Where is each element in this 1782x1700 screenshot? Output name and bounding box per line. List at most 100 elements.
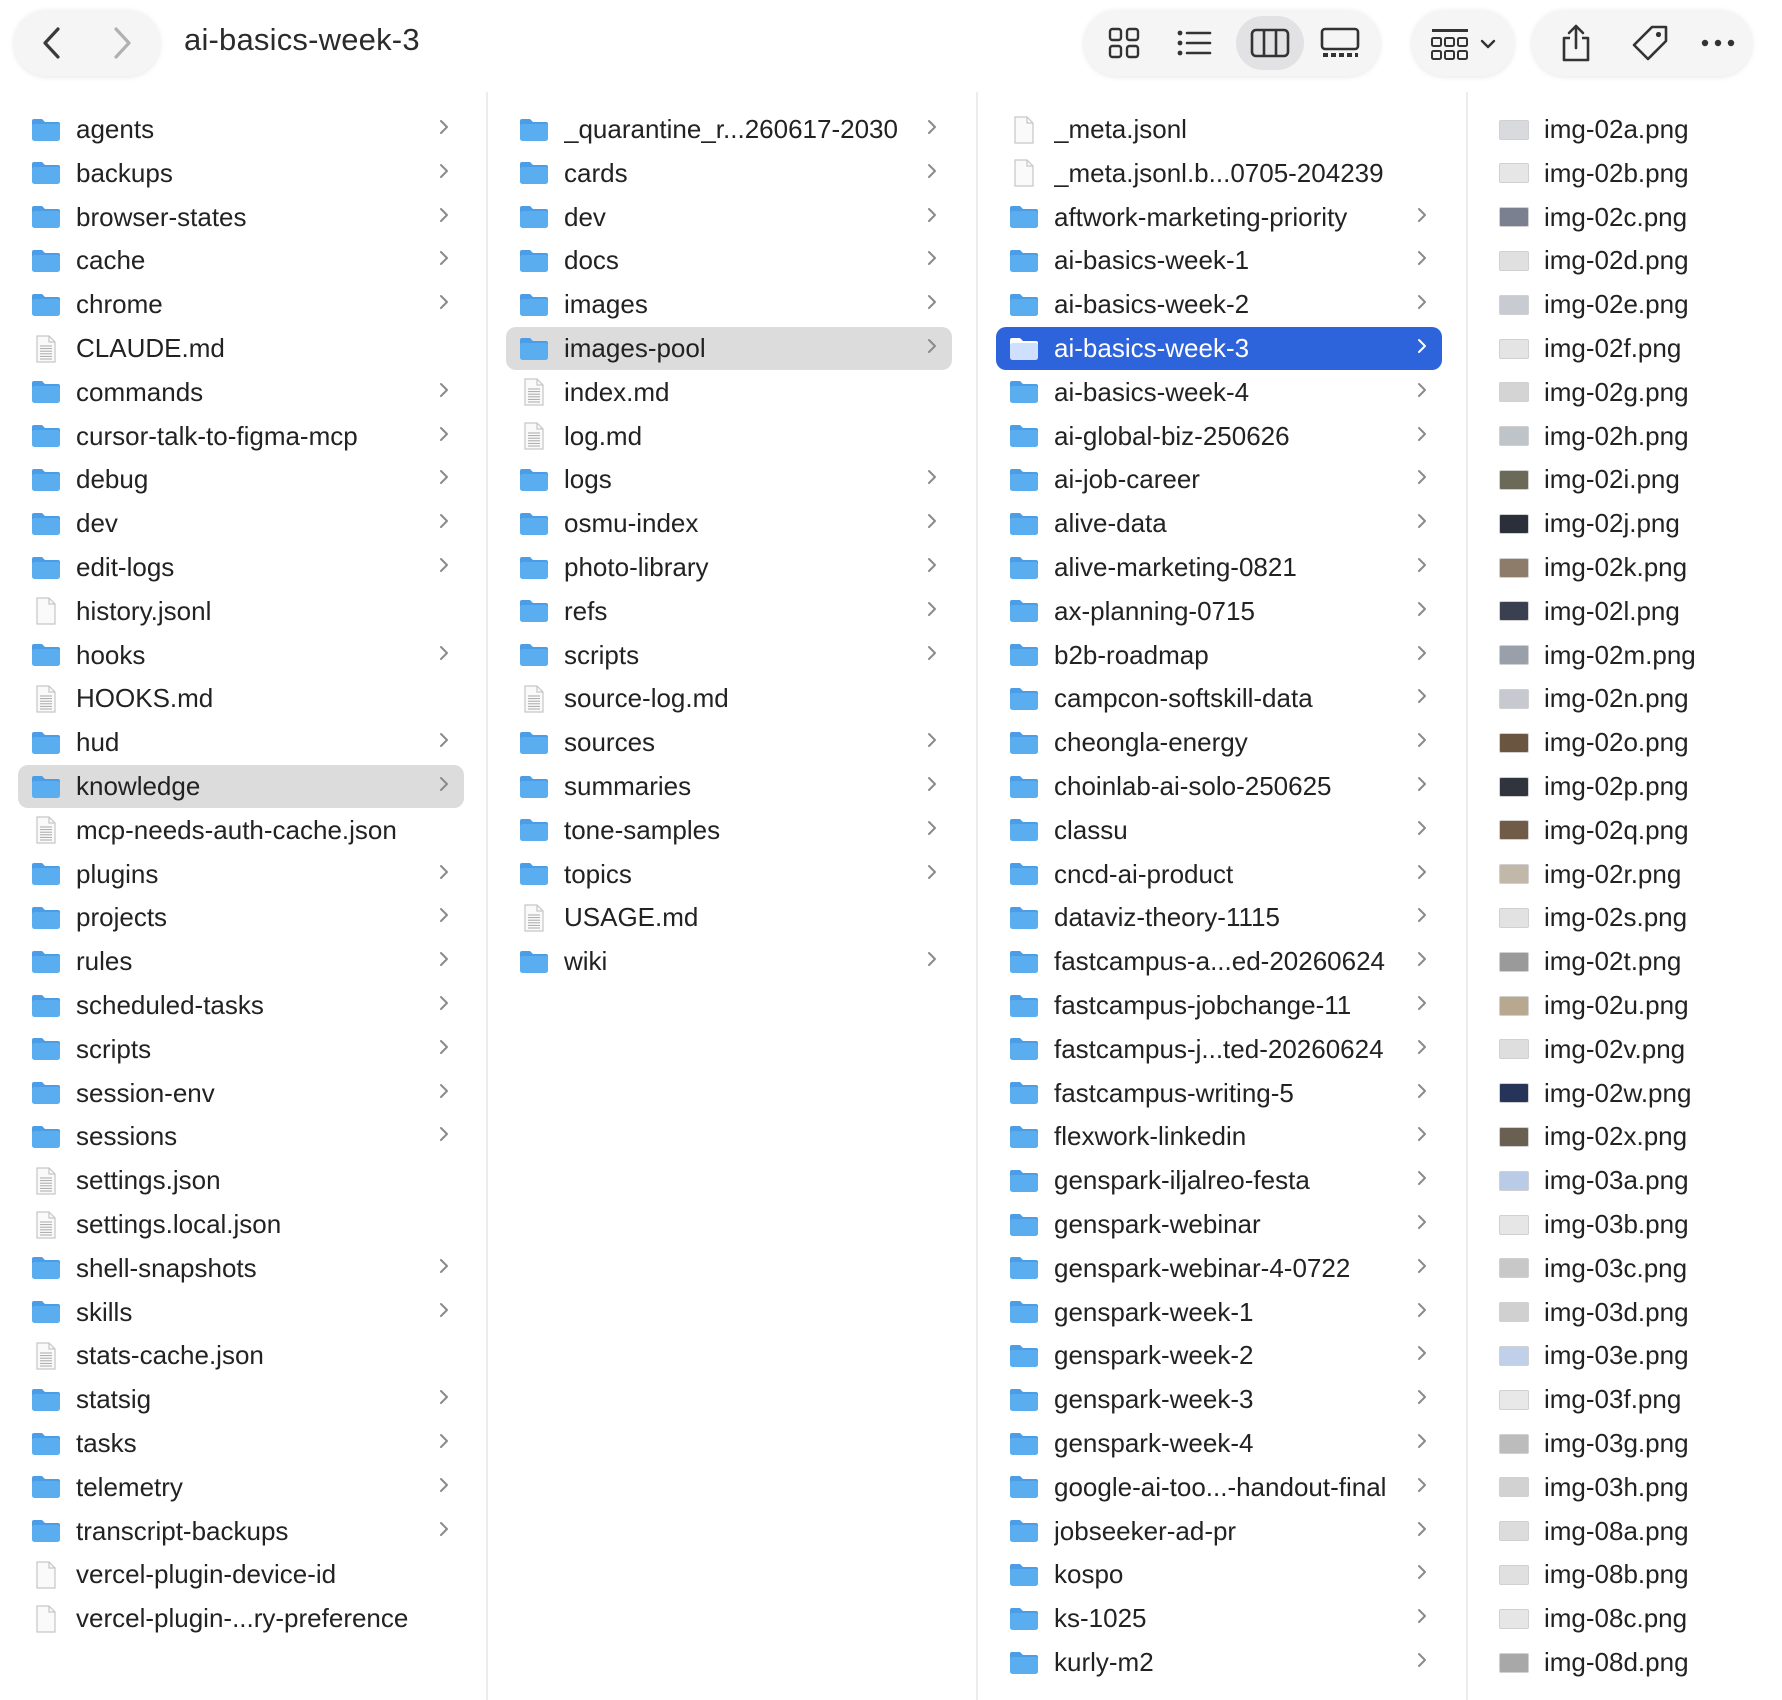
file-row[interactable]: USAGE.md	[506, 896, 952, 939]
folder-row[interactable]: ai-global-biz-250626	[996, 415, 1442, 458]
folder-row[interactable]: ai-basics-week-1	[996, 239, 1442, 282]
folder-row[interactable]: genspark-webinar-4-0722	[996, 1247, 1442, 1290]
file-row[interactable]: img-02f.png	[1486, 327, 1766, 370]
folder-row[interactable]: fastcampus-j...ted-20260624	[996, 1028, 1442, 1071]
forward-button[interactable]	[94, 18, 150, 68]
folder-row[interactable]: cheongla-energy	[996, 721, 1442, 764]
folder-row[interactable]: debug	[18, 458, 464, 501]
folder-row[interactable]: genspark-week-3	[996, 1378, 1442, 1421]
folder-row[interactable]: genspark-week-2	[996, 1334, 1442, 1377]
file-row[interactable]: img-02e.png	[1486, 283, 1766, 326]
file-row[interactable]: img-03d.png	[1486, 1291, 1766, 1334]
folder-row[interactable]: hooks	[18, 634, 464, 677]
folder-row[interactable]: flexwork-linkedin	[996, 1115, 1442, 1158]
file-row[interactable]: vercel-plugin-...ry-preference	[18, 1597, 464, 1640]
file-row[interactable]: img-02w.png	[1486, 1072, 1766, 1115]
file-row[interactable]: img-02p.png	[1486, 765, 1766, 808]
folder-row[interactable]: alive-data	[996, 502, 1442, 545]
file-row[interactable]: settings.local.json	[18, 1203, 464, 1246]
folder-row[interactable]: jobseeker-ad-pr	[996, 1510, 1442, 1553]
more-button[interactable]	[1688, 16, 1748, 70]
folder-row[interactable]: scripts	[18, 1028, 464, 1071]
folder-row[interactable]: summaries	[506, 765, 952, 808]
file-row[interactable]: log.md	[506, 415, 952, 458]
folder-row[interactable]: projects	[18, 896, 464, 939]
file-row[interactable]: img-03c.png	[1486, 1247, 1766, 1290]
file-row[interactable]: img-02n.png	[1486, 677, 1766, 720]
folder-row[interactable]: shell-snapshots	[18, 1247, 464, 1290]
folder-row[interactable]: cncd-ai-product	[996, 853, 1442, 896]
folder-row[interactable]: choinlab-ai-solo-250625	[996, 765, 1442, 808]
file-row[interactable]: img-02j.png	[1486, 502, 1766, 545]
file-row[interactable]: stats-cache.json	[18, 1334, 464, 1377]
folder-row[interactable]: ai-basics-week-2	[996, 283, 1442, 326]
file-row[interactable]: img-02s.png	[1486, 896, 1766, 939]
tag-button[interactable]	[1620, 16, 1680, 70]
folder-row[interactable]: edit-logs	[18, 546, 464, 589]
file-row[interactable]: img-08b.png	[1486, 1553, 1766, 1596]
folder-row[interactable]: kospo	[996, 1553, 1442, 1596]
folder-row[interactable]: plugins	[18, 853, 464, 896]
folder-row[interactable]: ai-basics-week-3	[996, 327, 1442, 370]
file-row[interactable]: img-02a.png	[1486, 108, 1766, 151]
folder-row[interactable]: _quarantine_r...260617-2030	[506, 108, 952, 151]
file-row[interactable]: img-02b.png	[1486, 152, 1766, 195]
folder-row[interactable]: genspark-webinar	[996, 1203, 1442, 1246]
folder-row[interactable]: aftwork-marketing-priority	[996, 196, 1442, 239]
file-row[interactable]: img-02r.png	[1486, 853, 1766, 896]
gallery-view-button[interactable]	[1308, 16, 1372, 70]
folder-row[interactable]: genspark-week-4	[996, 1422, 1442, 1465]
folder-row[interactable]: agents	[18, 108, 464, 151]
file-row[interactable]: HOOKS.md	[18, 677, 464, 720]
folder-row[interactable]: logs	[506, 458, 952, 501]
folder-row[interactable]: knowledge	[18, 765, 464, 808]
file-row[interactable]: settings.json	[18, 1159, 464, 1202]
folder-row[interactable]: cursor-talk-to-figma-mcp	[18, 415, 464, 458]
folder-row[interactable]: campcon-softskill-data	[996, 677, 1442, 720]
file-row[interactable]: img-02i.png	[1486, 458, 1766, 501]
folder-row[interactable]: statsig	[18, 1378, 464, 1421]
folder-row[interactable]: photo-library	[506, 546, 952, 589]
file-row[interactable]: img-03f.png	[1486, 1378, 1766, 1421]
share-button[interactable]	[1546, 16, 1606, 70]
folder-row[interactable]: topics	[506, 853, 952, 896]
file-row[interactable]: img-02u.png	[1486, 984, 1766, 1027]
file-row[interactable]: _meta.jsonl	[996, 108, 1442, 151]
folder-row[interactable]: wiki	[506, 940, 952, 983]
file-row[interactable]: img-02q.png	[1486, 809, 1766, 852]
folder-row[interactable]: alive-marketing-0821	[996, 546, 1442, 589]
folder-row[interactable]: ks-1025	[996, 1597, 1442, 1640]
folder-row[interactable]: fastcampus-writing-5	[996, 1072, 1442, 1115]
folder-row[interactable]: commands	[18, 371, 464, 414]
file-row[interactable]: img-03a.png	[1486, 1159, 1766, 1202]
folder-row[interactable]: cards	[506, 152, 952, 195]
folder-row[interactable]: genspark-week-1	[996, 1291, 1442, 1334]
file-row[interactable]: img-02t.png	[1486, 940, 1766, 983]
folder-row[interactable]: refs	[506, 590, 952, 633]
folder-row[interactable]: rules	[18, 940, 464, 983]
folder-row[interactable]: images-pool	[506, 327, 952, 370]
icon-view-button[interactable]	[1092, 16, 1156, 70]
folder-row[interactable]: kurly-m2	[996, 1641, 1442, 1684]
file-row[interactable]: img-02v.png	[1486, 1028, 1766, 1071]
folder-row[interactable]: ai-basics-week-4	[996, 371, 1442, 414]
folder-row[interactable]: fastcampus-a...ed-20260624	[996, 940, 1442, 983]
file-row[interactable]: img-02h.png	[1486, 415, 1766, 458]
folder-row[interactable]: session-env	[18, 1072, 464, 1115]
file-row[interactable]: img-02l.png	[1486, 590, 1766, 633]
column-view-button[interactable]	[1236, 16, 1304, 70]
folder-row[interactable]: sessions	[18, 1115, 464, 1158]
folder-row[interactable]: tasks	[18, 1422, 464, 1465]
file-row[interactable]: img-02m.png	[1486, 634, 1766, 677]
back-button[interactable]	[24, 18, 80, 68]
folder-row[interactable]: sources	[506, 721, 952, 764]
file-row[interactable]: mcp-needs-auth-cache.json	[18, 809, 464, 852]
file-row[interactable]: img-02g.png	[1486, 371, 1766, 414]
folder-row[interactable]: b2b-roadmap	[996, 634, 1442, 677]
folder-row[interactable]: backups	[18, 152, 464, 195]
folder-row[interactable]: hud	[18, 721, 464, 764]
file-row[interactable]: img-03g.png	[1486, 1422, 1766, 1465]
folder-row[interactable]: ax-planning-0715	[996, 590, 1442, 633]
list-view-button[interactable]	[1162, 16, 1226, 70]
file-row[interactable]: _meta.jsonl.b...0705-204239	[996, 152, 1442, 195]
